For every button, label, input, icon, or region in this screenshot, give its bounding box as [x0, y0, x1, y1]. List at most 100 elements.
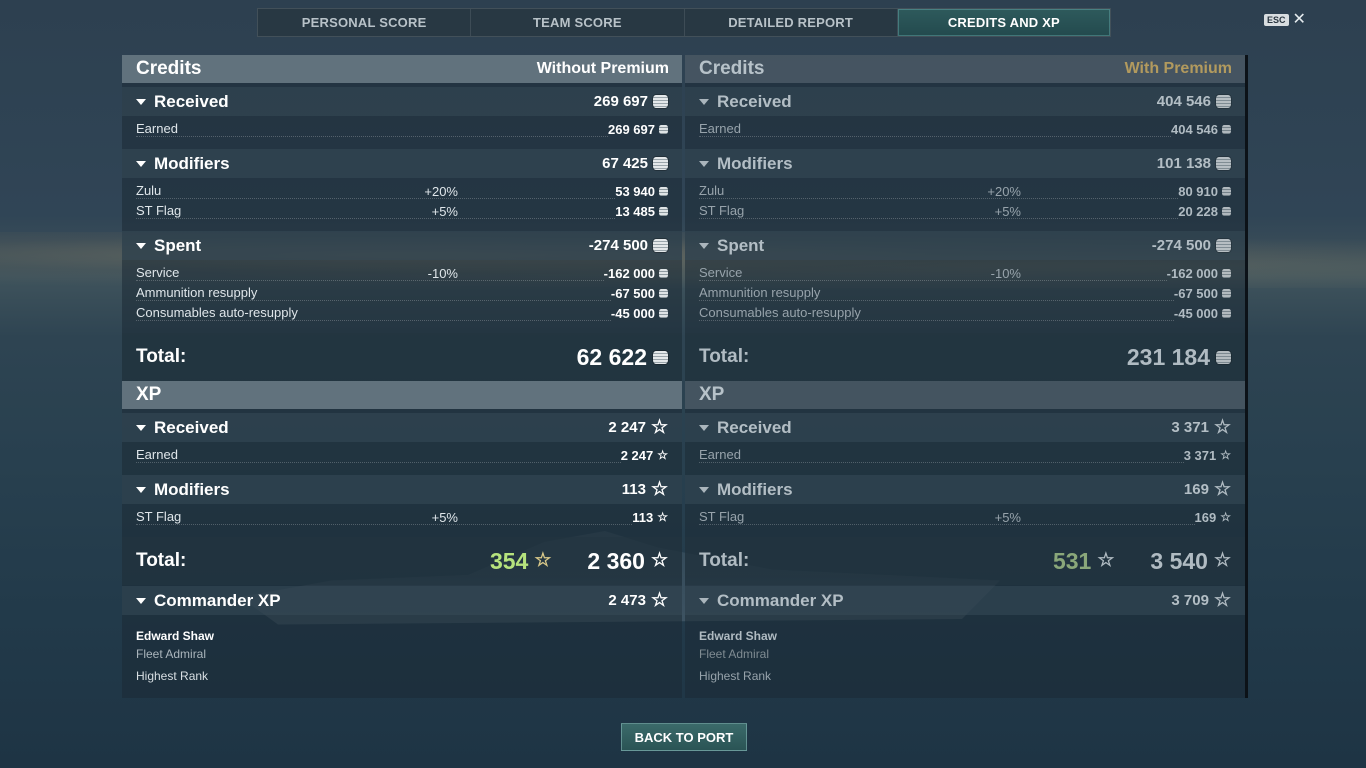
- xp-total-label: Total:: [136, 550, 187, 571]
- xp-star-icon: ☆: [650, 550, 668, 571]
- esc-key-hint: ESC: [1264, 14, 1289, 26]
- ammunition-value: -67 500: [1173, 285, 1218, 301]
- earned-label: Earned: [699, 121, 1171, 137]
- commander-xp-group[interactable]: Commander XP 2 473 ☆: [122, 586, 682, 615]
- received-label: Received: [154, 91, 229, 111]
- service-percent: -10%: [990, 265, 1021, 281]
- close-button[interactable]: ESC ✕: [1264, 12, 1306, 28]
- xp-modifiers-group[interactable]: Modifiers 169 ☆: [685, 475, 1245, 504]
- spent-value: -274 500: [1151, 237, 1211, 254]
- spent-group[interactable]: Spent -274 500: [685, 231, 1245, 260]
- premium-mode-label: Without Premium: [536, 60, 669, 77]
- credits-total-label: Total:: [699, 346, 750, 367]
- st-flag-row: ST Flag +5% 20 228: [685, 201, 1245, 221]
- service-percent: -10%: [427, 265, 458, 281]
- xp-earned-value: 2 247: [620, 447, 654, 463]
- credits-coin-icon: [1216, 239, 1231, 252]
- commander-name: Edward Shaw: [136, 629, 215, 643]
- received-group[interactable]: Received 404 546: [685, 87, 1245, 116]
- xp-total-label: Total:: [699, 550, 750, 571]
- modifiers-group[interactable]: Modifiers 101 138: [685, 149, 1245, 178]
- xp-earned-label: Earned: [136, 447, 621, 463]
- xp-star-icon: ☆: [1220, 510, 1231, 524]
- tab-team-score[interactable]: TEAM SCORE: [471, 9, 685, 36]
- xp-modifiers-value: 169: [1183, 481, 1209, 498]
- xp-total-row: Total: 354 ☆ 2 360 ☆: [122, 537, 682, 585]
- xp-received-value: 2 247: [608, 419, 646, 436]
- xp-star-icon: ☆: [1220, 448, 1231, 462]
- credits-coin-icon: [653, 350, 668, 364]
- service-value: -162 000: [603, 265, 655, 281]
- credits-coin-icon: [659, 124, 668, 134]
- back-to-port-button[interactable]: BACK TO PORT: [621, 723, 747, 751]
- xp-header: XP: [122, 381, 682, 409]
- st-flag-row: ST Flag +5% 13 485: [122, 201, 682, 221]
- xp-modifiers-value: 113: [621, 481, 646, 498]
- credits-total-label: Total:: [136, 346, 187, 367]
- credits-coin-icon: [1222, 268, 1231, 278]
- triangle-down-icon: [699, 486, 709, 493]
- xp-earned-value: 3 371: [1183, 447, 1217, 463]
- commander-xp-group[interactable]: Commander XP 3 709 ☆: [685, 586, 1245, 615]
- premium-mode-label: With Premium: [1124, 60, 1232, 77]
- xp-received-label: Received: [154, 417, 229, 437]
- xp-received-group[interactable]: Received 3 371 ☆: [685, 413, 1245, 442]
- xp-star-icon: ☆: [657, 510, 668, 524]
- triangle-down-icon: [136, 98, 146, 105]
- xp-star-icon: ☆: [650, 589, 668, 611]
- credits-coin-icon: [659, 186, 668, 196]
- xp-received-group[interactable]: Received 2 247 ☆: [122, 413, 682, 442]
- zulu-row: Zulu +20% 80 910: [685, 181, 1245, 201]
- consumables-row: Consumables auto-resupply -45 000: [122, 303, 682, 323]
- modifiers-group[interactable]: Modifiers 67 425: [122, 149, 682, 178]
- ammunition-value: -67 500: [610, 285, 655, 301]
- credits-coin-icon: [1222, 288, 1231, 298]
- free-xp-star-icon: ☆: [534, 550, 552, 571]
- credits-coin-icon: [1222, 206, 1231, 216]
- xp-st-flag-percent: +5%: [994, 509, 1021, 525]
- credits-total-row: Total: 62 622: [122, 333, 682, 381]
- tab-personal-score[interactable]: PERSONAL SCORE: [258, 9, 472, 36]
- xp-header: XP: [685, 381, 1245, 409]
- commander-xp-value: 3 709: [1171, 592, 1209, 609]
- zulu-percent: +20%: [987, 183, 1021, 199]
- xp-earned-row: Earned 2 247 ☆: [122, 445, 682, 465]
- earned-value: 269 697: [608, 121, 655, 137]
- close-icon[interactable]: ✕: [1293, 12, 1306, 28]
- credits-coin-icon: [1216, 157, 1231, 170]
- ammunition-label: Ammunition resupply: [699, 285, 1174, 301]
- service-value: -162 000: [1166, 265, 1218, 281]
- xp-st-flag-value: 169: [1194, 509, 1217, 525]
- free-xp-star-icon: ☆: [1097, 550, 1115, 571]
- zulu-value: 53 940: [615, 183, 655, 199]
- commander-rank: Fleet Admiral: [136, 647, 207, 661]
- spent-label: Spent: [717, 235, 765, 255]
- credits-total-row: Total: 231 184: [685, 333, 1245, 381]
- zulu-value: 80 910: [1178, 183, 1218, 199]
- service-row: Service -10% -162 000: [122, 263, 682, 283]
- zulu-row: Zulu +20% 53 940: [122, 181, 682, 201]
- consumables-row: Consumables auto-resupply -45 000: [685, 303, 1245, 323]
- credits-coin-icon: [659, 308, 668, 318]
- tab-credits-and-xp[interactable]: CREDITS AND XP: [897, 9, 1110, 36]
- xp-earned-row: Earned 3 371 ☆: [685, 445, 1245, 465]
- commander-xp-label: Commander XP: [154, 590, 281, 610]
- service-label: Service: [699, 265, 1167, 281]
- spent-group[interactable]: Spent -274 500: [122, 231, 682, 260]
- modifiers-label: Modifiers: [717, 153, 793, 173]
- earned-label: Earned: [136, 121, 608, 137]
- triangle-down-icon: [136, 424, 146, 431]
- credits-coin-icon: [659, 268, 668, 278]
- tab-detailed-report[interactable]: DETAILED REPORT: [685, 9, 898, 36]
- xp-modifiers-group[interactable]: Modifiers 113 ☆: [122, 475, 682, 504]
- xp-st-flag-label: ST Flag: [136, 509, 633, 525]
- triangle-down-icon: [699, 242, 709, 249]
- xp-earned-label: Earned: [699, 447, 1184, 463]
- st-flag-percent: +5%: [994, 203, 1021, 219]
- modifiers-value: 101 138: [1156, 155, 1211, 172]
- credits-coin-icon: [1216, 95, 1231, 108]
- xp-modifiers-label: Modifiers: [154, 479, 230, 499]
- received-group[interactable]: Received 269 697: [122, 87, 682, 116]
- received-value: 404 546: [1156, 93, 1211, 110]
- tab-bar: PERSONAL SCORE TEAM SCORE DETAILED REPOR…: [257, 8, 1111, 37]
